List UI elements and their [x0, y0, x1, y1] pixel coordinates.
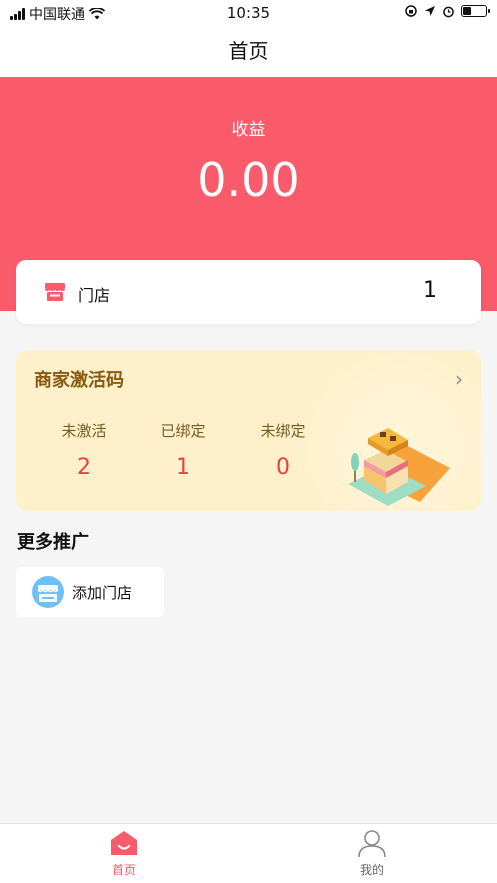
stat-value: 1 — [176, 455, 190, 480]
add-store-icon — [32, 576, 64, 608]
tab-label: 我的 — [359, 863, 384, 877]
stat-value: 2 — [77, 455, 91, 480]
home-icon — [111, 831, 137, 855]
battery-level — [463, 7, 471, 15]
status-bar: 中国联通 10:35 — [0, 0, 497, 26]
tab-mine[interactable]: 我的 — [312, 828, 432, 878]
activation-code-card[interactable]: 商家激活码 › 未激活 2 已绑定 1 未绑定 0 — [16, 350, 481, 511]
orientation-lock-icon — [405, 5, 417, 17]
alarm-icon — [443, 6, 454, 17]
store-label: 门店 — [78, 286, 111, 305]
tab-bar: 首页 我的 — [0, 823, 497, 883]
chevron-right-icon[interactable]: › — [455, 367, 463, 391]
earnings-label: 收益 — [231, 120, 266, 140]
stat-unbound[interactable]: 未绑定 0 — [243, 420, 323, 480]
shop-illustration — [348, 428, 450, 506]
store-summary-card[interactable]: 门店 1 — [16, 260, 481, 324]
add-store-label: 添加门店 — [72, 584, 133, 602]
battery-icon — [461, 5, 490, 17]
earnings-value: 0.00 — [197, 153, 300, 207]
status-right — [404, 4, 490, 18]
tab-label: 首页 — [111, 863, 136, 877]
location-icon — [425, 6, 435, 16]
stat-label: 未绑定 — [260, 422, 306, 440]
stat-bound[interactable]: 已绑定 1 — [143, 420, 223, 480]
stat-label: 已绑定 — [160, 422, 206, 440]
nav-bar: 首页 — [0, 26, 497, 77]
stat-inactive[interactable]: 未激活 2 — [44, 420, 124, 480]
page-title: 首页 — [228, 39, 269, 63]
store-count: 1 — [423, 278, 437, 303]
stat-label: 未激活 — [61, 422, 107, 440]
more-promotion-title: 更多推广 — [17, 532, 89, 553]
user-icon — [358, 830, 386, 858]
activation-code-title: 商家激活码 — [34, 370, 124, 391]
tab-home[interactable]: 首页 — [64, 828, 184, 878]
store-icon — [45, 283, 65, 301]
add-store-button[interactable]: 添加门店 — [16, 567, 164, 617]
stat-value: 0 — [276, 455, 290, 480]
